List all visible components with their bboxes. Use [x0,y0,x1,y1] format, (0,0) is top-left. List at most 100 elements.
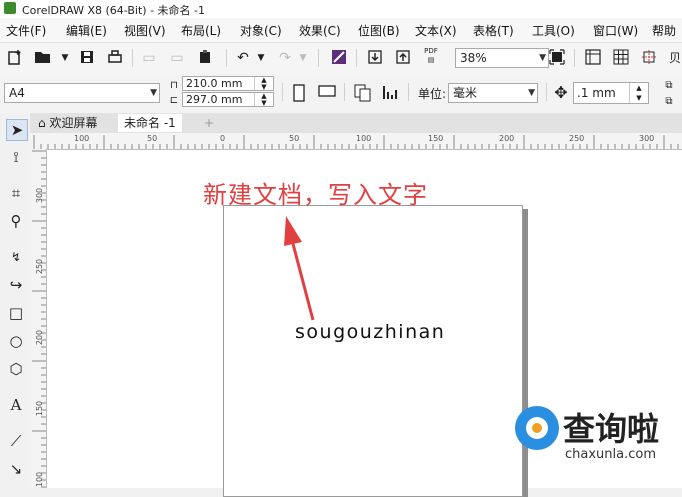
menu-text[interactable]: 文本(X) [415,22,457,39]
redo-icon[interactable]: ↷ [276,49,294,67]
import-icon[interactable] [366,49,384,67]
menu-tools[interactable]: 工具(O) [532,22,575,39]
ruler-label: 250 [35,258,45,275]
annotation-arrow-icon [284,216,315,321]
annotation-caption: 新建文档，写入文字 [203,181,428,209]
ruler-label: 50 [147,134,158,143]
ruler-label: 100 [74,134,90,143]
pdf-label: PDF [424,47,438,55]
document-tab-bar: ⌂ 欢迎屏幕 未命名 -1 + [30,113,682,133]
current-page-icon[interactable] [382,84,400,102]
ruler-label: 250 [569,134,585,143]
spin-buttons-icon[interactable]: ▲ ▼ [254,93,273,107]
home-icon: ⌂ [38,116,46,130]
menu-table[interactable]: 表格(T) [473,22,514,39]
ruler-label: 100 [35,471,45,488]
menu-window[interactable]: 窗口(W) [593,22,638,39]
document-text-object[interactable]: sougouzhinan [295,321,445,343]
page-width-value: 210.0 mm [186,77,243,90]
text-tool-icon[interactable]: A [6,395,26,415]
standard-toolbar: ▼ ▭ ▭ ↶ ▼ ↷ ▼ PDF ▤ 38% ▼ 贝 [0,42,682,74]
fullscreen-icon[interactable] [548,49,566,67]
menu-layout[interactable]: 布局(L) [181,22,221,39]
polygon-tool-icon[interactable]: ⬡ [6,359,26,379]
watermark-name: 查询啦 [563,410,660,448]
window-title: CorelDRAW X8 (64-Bit) - 未命名 -1 [22,4,206,17]
print-icon[interactable] [106,49,124,67]
property-bar: A4 ▼ ⊓ 210.0 mm ▲ ▼ ⊏ 297.0 mm ▲ ▼ 单位: 毫米 … [0,73,682,114]
paste-icon[interactable] [196,49,214,67]
document-page[interactable] [223,205,523,497]
horizontal-ruler[interactable]: 100 50 0 50 100 150 200 250 300 [30,133,682,150]
ruler-label: 100 [356,134,372,143]
page-height-input[interactable]: 297.0 mm ▲ ▼ [182,92,274,107]
title-bar: CorelDRAW X8 (64-Bit) - 未命名 -1 [0,0,682,18]
menu-object[interactable]: 对象(C) [240,22,282,39]
menu-bitmaps[interactable]: 位图(B) [358,22,400,39]
portrait-icon[interactable] [290,84,308,102]
ruler-label: 150 [428,134,444,143]
zoom-tool-icon[interactable]: ⚲ [6,211,26,231]
landscape-icon[interactable] [318,84,336,102]
ruler-label: 50 [289,134,300,143]
spin-buttons-icon[interactable]: ▲ ▼ [254,77,273,91]
menu-view[interactable]: 视图(V) [124,22,166,39]
rulers-icon[interactable] [584,49,602,67]
undo-icon[interactable]: ↶ [234,49,252,67]
grid-icon[interactable] [612,49,630,67]
shape-tool-icon[interactable]: ⟟ [6,147,26,167]
menu-edit[interactable]: 编辑(E) [66,22,107,39]
connector-tool-icon[interactable]: ↘ [6,459,26,479]
redo-dropdown-icon[interactable]: ▼ [294,49,312,67]
spin-buttons-icon[interactable]: ▲ ▼ [629,83,648,103]
tab-welcome-screen[interactable]: ⌂ 欢迎屏幕 [32,114,103,132]
menu-effects[interactable]: 效果(C) [299,22,341,39]
cut-icon[interactable]: ▭ [140,49,158,67]
new-doc-icon[interactable] [6,49,24,67]
snap-to-menu[interactable]: 贝 [666,49,682,67]
copy-icon[interactable]: ▭ [168,49,186,67]
rectangle-tool-icon[interactable]: □ [6,303,26,323]
vertical-ruler[interactable]: 300 250 200 150 100 [30,149,47,488]
watermark-url: chaxunla.com [565,447,656,462]
tab-untitled-1[interactable]: 未命名 -1 [118,114,182,132]
menu-file[interactable]: 文件(F) [6,22,46,39]
toolbox: ➤ ⟟ ⌗ ⚲ ↯ ↪ □ ○ ⬡ A ⟋ ↘ [0,113,31,488]
nudge-icon: ✥ [554,83,568,102]
ellipse-tool-icon[interactable]: ○ [6,331,26,351]
new-tab-button[interactable]: + [198,114,220,132]
logo-dot-icon [532,423,542,433]
undo-dropdown-icon[interactable]: ▼ [252,49,270,67]
freehand-tool-icon[interactable]: ↯ [6,247,26,267]
pdf-icon[interactable]: PDF ▤ [421,47,441,65]
menu-bar: 文件(F) 编辑(E) 视图(V) 布局(L) 对象(C) 效果(C) 位图(B… [0,18,682,42]
zoom-level-value: 38% [460,51,487,65]
save-icon[interactable] [78,49,96,67]
ruler-label: 200 [35,329,45,346]
artistic-media-tool-icon[interactable]: ↪ [6,275,26,295]
open-icon[interactable] [34,49,52,67]
coreldraw-logo-icon [4,2,16,14]
nudge-distance-value: .1 mm [577,86,616,100]
tab-document-label: 未命名 -1 [124,116,176,130]
page-width-input[interactable]: 210.0 mm ▲ ▼ [182,76,274,91]
unit-value: 毫米 [453,86,478,100]
unit-select[interactable]: 毫米 ▼ [448,83,538,103]
pick-tool-icon[interactable]: ➤ [6,119,28,141]
all-pages-icon[interactable] [354,84,372,102]
duplicate-distance-icon[interactable]: ⧉ [660,93,678,111]
guidelines-icon[interactable] [640,49,658,67]
menu-help[interactable]: 帮助 [652,22,676,39]
export-icon[interactable] [394,49,412,67]
crop-tool-icon[interactable]: ⌗ [6,183,26,203]
tab-welcome-label: 欢迎屏幕 [49,116,98,130]
open-dropdown-icon[interactable]: ▼ [56,49,74,67]
page-size-select[interactable]: A4 ▼ [4,83,160,103]
nudge-distance-input[interactable]: .1 mm ▲ ▼ [573,82,649,104]
parallel-dimension-tool-icon[interactable]: ⟋ [6,431,26,451]
ruler-label: 200 [499,134,515,143]
zoom-level-select[interactable]: 38% ▼ [455,48,549,68]
ruler-label: 300 [35,187,45,204]
corel-connect-icon[interactable] [330,49,348,67]
ruler-label: 0 [220,134,226,143]
